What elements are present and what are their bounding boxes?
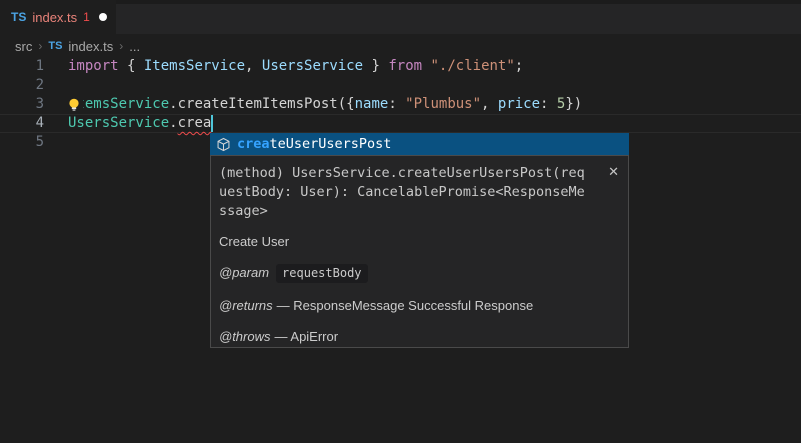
modified-dot-icon[interactable]	[99, 13, 107, 21]
tab-error-count: 1	[83, 10, 90, 24]
method-signature: (method) UsersService.createUserUsersPos…	[219, 164, 618, 221]
doc-tag-name: @throws	[219, 329, 271, 344]
code-line[interactable]: 1 import { ItemsService, UsersService } f…	[0, 57, 801, 76]
breadcrumb-item-file[interactable]: index.ts	[68, 39, 113, 54]
line-number[interactable]: 2	[0, 76, 44, 95]
doc-param-chip: requestBody	[276, 264, 367, 283]
line-number[interactable]: 1	[0, 57, 44, 76]
breadcrumb-item-symbol[interactable]: ...	[129, 39, 140, 54]
suggestion-label: createUserUsersPost	[237, 136, 391, 152]
code-line[interactable]: 4 UsersService.crea	[0, 114, 801, 133]
tab-index-ts[interactable]: TS index.ts 1	[0, 0, 116, 34]
chevron-right-icon: ›	[38, 39, 42, 53]
line-number[interactable]: 4	[0, 114, 44, 133]
doc-tag-row: @param requestBody	[219, 264, 620, 283]
doc-tag-name: @param	[219, 265, 269, 280]
doc-tag-text: — ResponseMessage Successful Response	[277, 298, 534, 313]
breadcrumb: src › TS index.ts › ...	[15, 36, 140, 56]
ts-file-icon: TS	[48, 40, 62, 52]
tab-bar: TS index.ts 1	[0, 0, 801, 34]
doc-tag-row: @returns — ResponseMessage Successful Res…	[219, 298, 620, 314]
code-line[interactable]: 2	[0, 76, 801, 95]
chevron-right-icon: ›	[119, 39, 123, 53]
lightbulb-icon[interactable]	[66, 97, 83, 114]
line-number[interactable]: 5	[0, 133, 44, 152]
code-line[interactable]: 3 ItemsService.createItemItemsPost({name:…	[0, 95, 801, 114]
code-text: import { ItemsService, UsersService } fr…	[68, 57, 523, 76]
close-icon[interactable]: ✕	[608, 165, 619, 178]
code-text: ItemsService.createItemItemsPost({name: …	[68, 95, 582, 114]
line-number[interactable]: 3	[0, 95, 44, 114]
suggestion-item-selected[interactable]: createUserUsersPost	[210, 133, 629, 155]
doc-tag-text: — ApiError	[275, 329, 339, 344]
breadcrumb-item-src[interactable]: src	[15, 39, 32, 54]
vscode-window: TS index.ts 1 src › TS index.ts › ... 1i…	[0, 0, 801, 443]
ts-file-icon: TS	[11, 10, 26, 24]
tab-label: index.ts	[32, 10, 77, 25]
suggestion-match-text: crea	[237, 136, 270, 152]
suggestion-rest-text: teUserUsersPost	[270, 136, 392, 152]
doc-tag-name: @returns	[219, 298, 273, 313]
doc-tag-row: @throws — ApiError	[219, 329, 620, 345]
text-cursor	[211, 115, 213, 132]
suggestion-docs-panel: (method) UsersService.createUserUsersPos…	[210, 155, 629, 348]
code-text: UsersService.crea	[68, 114, 211, 133]
doc-summary: Create User	[219, 234, 620, 249]
method-cube-icon	[216, 137, 231, 152]
